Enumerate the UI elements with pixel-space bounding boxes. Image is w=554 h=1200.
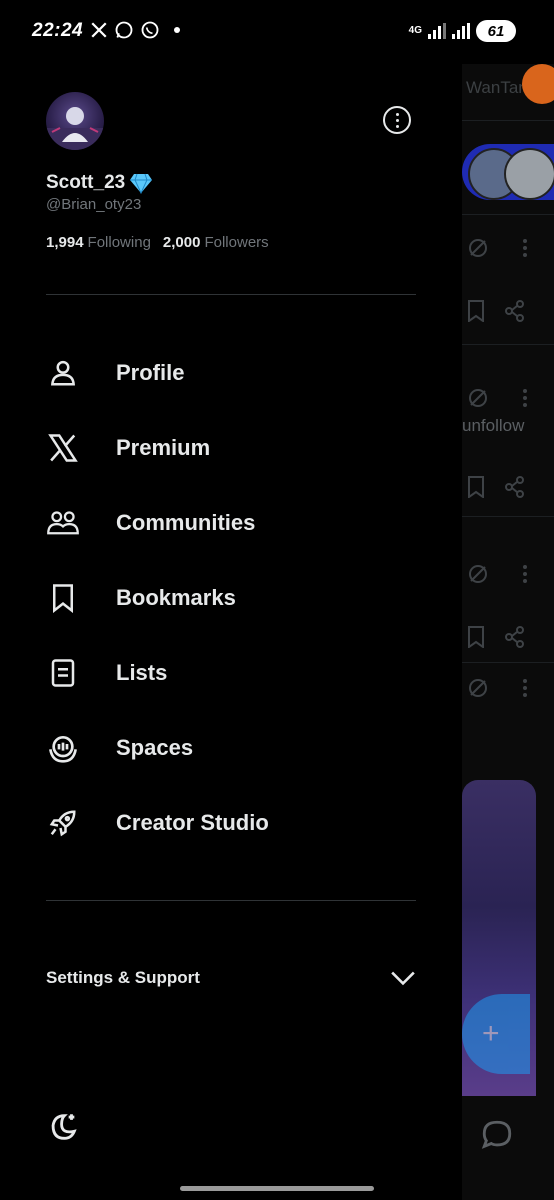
verified-diamond-icon — [130, 173, 153, 194]
notification-icons — [90, 20, 180, 40]
divider — [462, 516, 554, 517]
share-icon — [505, 300, 524, 322]
home-indicator[interactable] — [180, 1186, 374, 1191]
status-time: 22:24 — [32, 20, 84, 41]
more-vertical-icon — [523, 679, 527, 697]
display-name-text: Scott_23 — [46, 172, 126, 193]
followers-label[interactable]: Followers — [204, 234, 268, 251]
divider — [462, 344, 554, 345]
unfollow-text: unfollow — [462, 416, 525, 435]
handle: @Brian_oty23 — [46, 196, 142, 213]
menu-item-spaces[interactable]: Spaces — [0, 710, 462, 785]
share-icon — [505, 626, 524, 648]
more-vertical-icon — [523, 565, 527, 583]
more-notifications-dot — [174, 27, 180, 33]
battery-indicator: 61 — [476, 20, 516, 42]
participant-avatar — [504, 148, 554, 200]
timeline-tab: WanTan — [466, 78, 528, 97]
x-notification-icon — [91, 22, 107, 38]
display-theme-button[interactable] — [46, 1110, 80, 1144]
account-options-button[interactable] — [383, 106, 411, 134]
not-interested-icon — [469, 239, 487, 257]
divider — [462, 662, 554, 663]
chevron-down-icon — [391, 971, 415, 986]
follow-stats: 1,994 Following 2,000 Followers — [46, 234, 277, 251]
spaces-icon — [46, 731, 80, 765]
drawer-menu: Profile Premium Communities Bookmarks Li… — [0, 335, 462, 860]
more-vertical-icon — [523, 239, 527, 257]
signal-icon — [428, 23, 446, 39]
rocket-icon — [46, 806, 80, 840]
menu-item-label: Creator Studio — [116, 809, 269, 835]
menu-item-lists[interactable]: Lists — [0, 635, 462, 710]
menu-item-creator-studio[interactable]: Creator Studio — [0, 785, 462, 860]
list-icon — [46, 656, 80, 690]
not-interested-icon — [469, 389, 487, 407]
bookmark-icon — [46, 581, 80, 615]
navigation-drawer: Scott_23 @Brian_oty23 1,994 Following 2,… — [0, 64, 462, 1200]
live-badge — [522, 64, 554, 104]
bookmark-icon — [468, 626, 484, 648]
followers-count[interactable]: 2,000 — [163, 234, 201, 251]
share-icon — [505, 476, 524, 498]
settings-support-label: Settings & Support — [46, 968, 200, 987]
system-icons: 4G 61 — [409, 20, 516, 42]
settings-support-toggle[interactable]: Settings & Support — [46, 966, 416, 990]
messages-icon[interactable] — [480, 1118, 514, 1152]
person-icon — [46, 356, 80, 390]
menu-item-communities[interactable]: Communities — [0, 485, 462, 560]
menu-item-label: Profile — [116, 359, 185, 385]
whatsapp-icon — [141, 21, 159, 39]
menu-item-label: Spaces — [116, 734, 194, 760]
following-label[interactable]: Following — [88, 234, 151, 251]
menu-item-label: Bookmarks — [116, 584, 236, 610]
menu-item-profile[interactable]: Profile — [0, 335, 462, 410]
divider — [462, 120, 554, 121]
divider — [46, 294, 416, 295]
x-logo-icon — [46, 431, 80, 465]
menu-item-premium[interactable]: Premium — [0, 410, 462, 485]
moon-icon — [51, 1114, 77, 1140]
divider — [46, 900, 416, 901]
following-count[interactable]: 1,994 — [46, 234, 84, 251]
plus-icon: + — [482, 1017, 500, 1050]
menu-item-label: Premium — [116, 434, 211, 460]
communities-icon — [46, 506, 80, 540]
status-bar: 22:24 4G 61 — [0, 0, 554, 64]
avatar[interactable] — [46, 92, 104, 150]
network-type: 4G — [408, 25, 422, 36]
whatsapp-business-icon — [115, 21, 133, 39]
signal-icon-2 — [452, 23, 470, 39]
bookmark-icon — [468, 300, 484, 322]
divider — [462, 214, 554, 215]
menu-item-bookmarks[interactable]: Bookmarks — [0, 560, 462, 635]
menu-item-label: Lists — [116, 659, 168, 685]
more-vertical-icon — [523, 389, 527, 407]
not-interested-icon — [469, 565, 487, 583]
display-name[interactable]: Scott_23 — [46, 172, 153, 194]
avatar-image — [46, 107, 104, 150]
not-interested-icon — [469, 679, 487, 697]
timeline-background[interactable]: WanTan unfollow + — [462, 64, 554, 1200]
menu-item-label: Communities — [116, 509, 256, 535]
bookmark-icon — [468, 476, 484, 498]
